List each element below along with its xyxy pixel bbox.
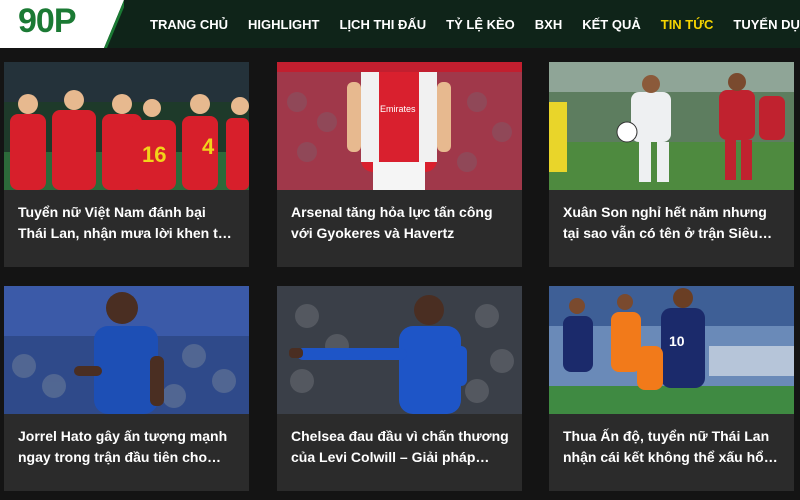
news-title[interactable]: Tuyển nữ Việt Nam đánh bại Thái Lan, nhậ… (18, 202, 238, 244)
site-logo[interactable]: 90P (0, 0, 124, 48)
svg-text:16: 16 (142, 142, 166, 167)
news-thumbnail[interactable]: 10 (549, 286, 794, 414)
news-thumbnail[interactable] (277, 286, 522, 414)
news-thumbnail[interactable]: Emirates (277, 62, 522, 190)
logo-text: 90P (18, 2, 76, 40)
nav-item-odds[interactable]: TỶ LỆ KÈO (446, 17, 515, 32)
nav-item-standings[interactable]: BXH (535, 17, 562, 32)
news-title[interactable]: Thua Ấn độ, tuyển nữ Thái Lan nhận cái k… (563, 426, 783, 468)
news-title[interactable]: Jorrel Hato gây ấn tượng mạnh ngay trong… (18, 426, 238, 468)
nav-item-jobs[interactable]: TUYỂN DỤNG (733, 17, 800, 32)
nav-item-home[interactable]: TRANG CHỦ (150, 17, 228, 32)
news-card[interactable]: Chelsea đau đầu vì chấn thương của Levi … (277, 286, 522, 491)
news-card[interactable]: Xuân Son nghỉ hết năm nhưng tại sao vẫn … (549, 62, 794, 267)
news-card[interactable]: Jorrel Hato gây ấn tượng mạnh ngay trong… (4, 286, 249, 491)
nav-item-results[interactable]: KẾT QUẢ (582, 17, 641, 32)
news-title[interactable]: Arsenal tăng hỏa lực tấn công với Gyoker… (291, 202, 511, 244)
main-nav: TRANG CHỦ HIGHLIGHT LỊCH THI ĐẤU TỶ LỆ K… (140, 0, 800, 48)
nav-item-news[interactable]: TIN TỨC (661, 17, 714, 32)
svg-text:10: 10 (669, 333, 685, 349)
news-card[interactable]: 16 4 Tuyển nữ Việt Nam đánh bại Thái Lan,… (4, 62, 249, 267)
nav-item-highlight[interactable]: HIGHLIGHT (248, 17, 320, 32)
nav-item-schedule[interactable]: LỊCH THI ĐẤU (340, 17, 427, 32)
news-thumbnail[interactable] (4, 286, 249, 414)
svg-text:Emirates: Emirates (380, 104, 416, 114)
site-header: 90P TRANG CHỦ HIGHLIGHT LỊCH THI ĐẤU TỶ … (0, 0, 800, 48)
news-title[interactable]: Xuân Son nghỉ hết năm nhưng tại sao vẫn … (563, 202, 783, 244)
news-thumbnail[interactable] (549, 62, 794, 190)
svg-text:4: 4 (202, 134, 215, 159)
news-thumbnail[interactable]: 16 4 (4, 62, 249, 190)
news-title[interactable]: Chelsea đau đầu vì chấn thương của Levi … (291, 426, 511, 468)
news-card[interactable]: 10 Thua Ấn độ, tuyển nữ Thái Lan nhận cá… (549, 286, 794, 491)
news-card[interactable]: Emirates Arsenal tăng hỏa lực tấn công v… (277, 62, 522, 267)
